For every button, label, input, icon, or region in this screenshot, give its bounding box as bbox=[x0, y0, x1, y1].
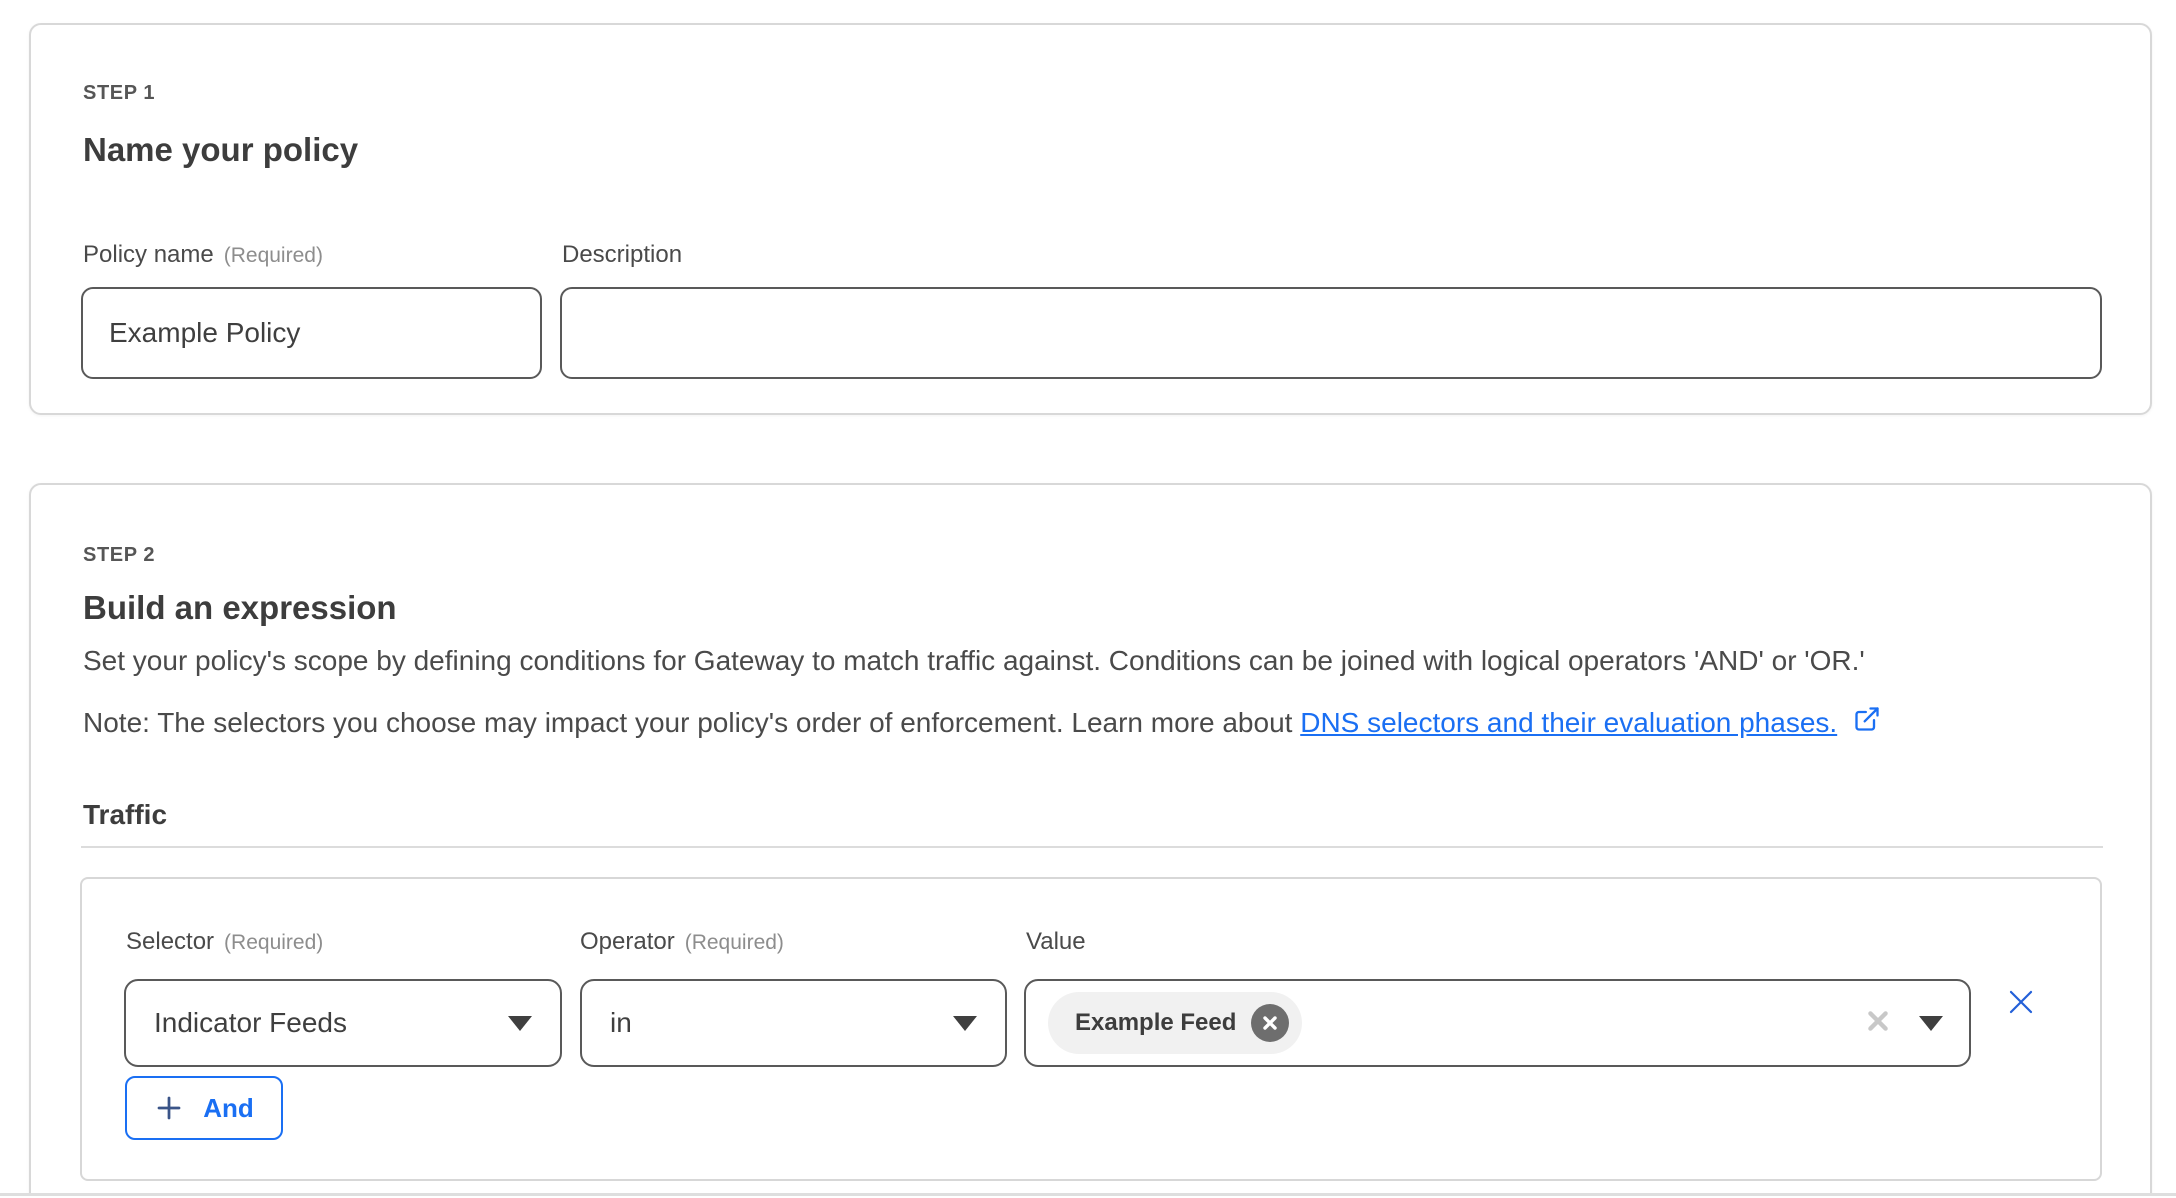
plus-icon bbox=[154, 1093, 184, 1123]
policy-name-required-hint: (Required) bbox=[224, 244, 323, 267]
and-button-label: And bbox=[203, 1093, 254, 1124]
expression-note-text: Note: The selectors you choose may impac… bbox=[83, 705, 1881, 740]
step1-label: STEP 1 bbox=[83, 82, 155, 105]
external-link-icon bbox=[1853, 705, 1881, 740]
value-field-controls bbox=[1865, 1008, 1947, 1039]
operator-dropdown[interactable]: in bbox=[580, 979, 1007, 1067]
operator-required-hint: (Required) bbox=[685, 931, 784, 954]
selector-label: Selector(Required) bbox=[126, 928, 323, 956]
policy-name-label: Policy name(Required) bbox=[83, 241, 323, 269]
step1-title: Name your policy bbox=[83, 131, 358, 169]
step2-card: STEP 2 Build an expression Set your poli… bbox=[29, 483, 2152, 1198]
clear-value-icon[interactable] bbox=[1865, 1008, 1891, 1039]
description-input[interactable] bbox=[560, 287, 2102, 379]
value-tag: Example Feed bbox=[1048, 992, 1302, 1054]
expression-intro-text: Set your policy's scope by defining cond… bbox=[83, 645, 1865, 677]
dns-selectors-link[interactable]: DNS selectors and their evaluation phase… bbox=[1300, 707, 1837, 738]
value-multiselect[interactable]: Example Feed bbox=[1024, 979, 1971, 1067]
chevron-down-icon bbox=[953, 1016, 977, 1031]
selector-dropdown[interactable]: Indicator Feeds bbox=[124, 979, 562, 1067]
operator-label: Operator(Required) bbox=[580, 928, 784, 956]
description-label: Description bbox=[562, 241, 682, 269]
value-tag-label: Example Feed bbox=[1075, 1009, 1236, 1037]
page-bottom-divider bbox=[0, 1193, 2176, 1198]
traffic-divider bbox=[81, 846, 2103, 848]
value-label: Value bbox=[1026, 928, 1086, 956]
add-and-condition-button[interactable]: And bbox=[125, 1076, 283, 1140]
policy-name-input[interactable] bbox=[81, 287, 542, 379]
step2-label: STEP 2 bbox=[83, 544, 155, 567]
tag-remove-icon[interactable] bbox=[1251, 1004, 1289, 1042]
page: STEP 1 Name your policy Policy name(Requ… bbox=[0, 0, 2176, 1198]
traffic-heading: Traffic bbox=[83, 799, 167, 831]
remove-condition-icon[interactable] bbox=[2006, 987, 2036, 1017]
chevron-down-icon bbox=[1919, 1016, 1943, 1031]
condition-row-container: Selector(Required) Operator(Required) Va… bbox=[80, 877, 2102, 1181]
step1-card: STEP 1 Name your policy Policy name(Requ… bbox=[29, 23, 2152, 415]
selector-dropdown-value: Indicator Feeds bbox=[154, 1007, 347, 1039]
operator-dropdown-value: in bbox=[610, 1007, 632, 1039]
selector-required-hint: (Required) bbox=[224, 931, 323, 954]
step2-title: Build an expression bbox=[83, 589, 397, 627]
chevron-down-icon bbox=[508, 1016, 532, 1031]
